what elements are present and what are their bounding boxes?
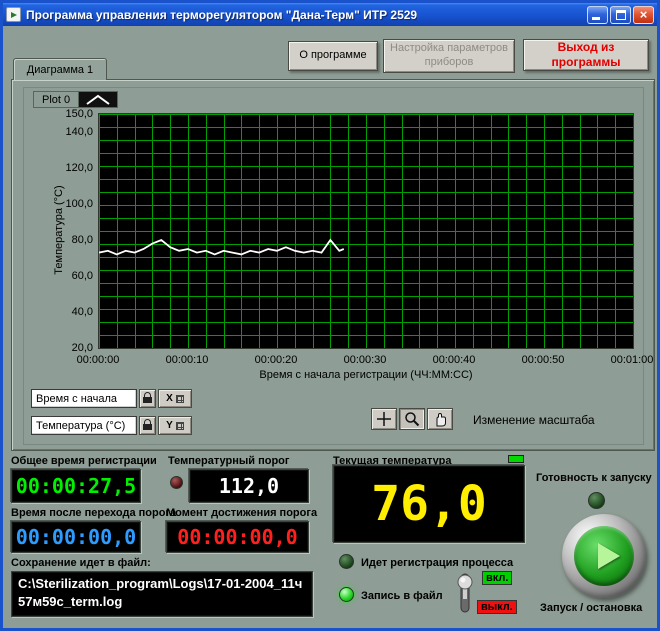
app-window: Программа управления терморегулятором "Д… xyxy=(0,0,660,631)
y-tick-label: 20,0 xyxy=(72,342,93,354)
y-tick-label: 80,0 xyxy=(72,234,93,246)
y-axis-lock-button[interactable] xyxy=(139,416,156,435)
start-stop-button[interactable] xyxy=(562,514,646,598)
y-tick-label: 150,0 xyxy=(65,108,93,120)
ready-led xyxy=(588,492,605,509)
title-bar[interactable]: Программа управления терморегулятором "Д… xyxy=(3,3,657,26)
zoom-label: Изменение масштаба xyxy=(473,413,595,427)
threshold-moment-display: 00:00:00,0 xyxy=(166,521,309,553)
scale-grid-icon xyxy=(176,422,184,430)
window-title: Программа управления терморегулятором "Д… xyxy=(26,8,417,22)
plot-legend-label: Plot 0 xyxy=(33,91,78,108)
y-tick-label: 40,0 xyxy=(72,306,93,318)
x-tick-label: 00:00:10 xyxy=(166,354,209,366)
padlock-icon xyxy=(143,424,152,431)
registration-led xyxy=(339,554,354,569)
y-axis-selector[interactable]: Температура (°C) xyxy=(31,416,137,435)
log-file-path: C:\Sterilization_program\Logs\17-01-2004… xyxy=(11,571,313,617)
temp-status-indicator xyxy=(508,455,524,463)
record-label: Запись в файл xyxy=(361,590,443,602)
y-axis-scale-button[interactable]: Y xyxy=(158,416,192,435)
start-stop-button-face xyxy=(574,526,634,586)
x-axis-selector[interactable]: Время с начала xyxy=(31,389,137,408)
x-axis-title: Время с начала регистрации (ЧЧ:ММ:СС) xyxy=(98,369,634,381)
tab-diagram-1[interactable]: Диаграмма 1 xyxy=(13,58,107,80)
padlock-icon xyxy=(143,397,152,404)
total-time-display: 00:00:27,5 xyxy=(11,469,141,503)
maximize-icon xyxy=(616,10,626,20)
y-axis-title: Температура (°C) xyxy=(53,150,65,310)
crosshair-icon xyxy=(376,411,392,427)
y-tick-label: 120,0 xyxy=(65,162,93,174)
switch-off-badge: выкл. xyxy=(477,600,517,614)
ready-label: Готовность к запуску xyxy=(536,472,652,484)
x-tick-label: 00:00:20 xyxy=(255,354,298,366)
threshold-moment-label: Момент достижения порога xyxy=(166,507,317,519)
record-toggle-switch[interactable] xyxy=(452,569,478,617)
y-tick-label: 140,0 xyxy=(65,126,93,138)
log-file-label: Сохранение идет в файл: xyxy=(11,557,151,569)
maximize-button[interactable] xyxy=(610,6,631,24)
threshold-led xyxy=(170,476,183,489)
minimize-button[interactable] xyxy=(587,6,608,24)
zoom-tool-button[interactable] xyxy=(399,408,425,430)
x-scale-icon: X xyxy=(166,393,173,404)
close-button[interactable]: × xyxy=(633,6,654,24)
threshold-display: 112,0 xyxy=(189,469,309,503)
cursor-tool-button[interactable] xyxy=(371,408,397,430)
x-axis-lock-button[interactable] xyxy=(139,389,156,408)
switch-on-badge: вкл. xyxy=(482,571,512,585)
pan-tool-button[interactable] xyxy=(427,408,453,430)
about-button[interactable]: О программе xyxy=(288,41,378,71)
threshold-label: Температурный порог xyxy=(168,455,289,467)
registration-label: Идет регистрация процесса xyxy=(361,557,513,569)
settings-button[interactable]: Настройка параметров приборов xyxy=(383,39,515,73)
magnifier-icon xyxy=(404,411,420,427)
plot-line-sample-icon xyxy=(78,91,118,108)
time-after-threshold-display: 00:00:00,0 xyxy=(11,521,141,553)
hand-icon xyxy=(432,411,448,427)
x-tick-label: 00:00:40 xyxy=(433,354,476,366)
play-icon xyxy=(598,543,620,569)
minimize-icon xyxy=(592,17,600,20)
x-tick-label: 00:00:00 xyxy=(77,354,120,366)
time-after-threshold-label: Время после перехода порога xyxy=(11,507,176,519)
plot-area[interactable] xyxy=(98,113,634,349)
total-time-label: Общее время регистрации xyxy=(11,455,157,467)
x-axis-scale-button[interactable]: X xyxy=(158,389,192,408)
x-tick-label: 00:00:50 xyxy=(522,354,565,366)
x-tick-label: 00:00:30 xyxy=(344,354,387,366)
y-tick-label: 60,0 xyxy=(72,270,93,282)
y-scale-icon: Y xyxy=(166,420,173,431)
exit-button[interactable]: Выход из программы xyxy=(523,39,649,71)
scale-grid-icon xyxy=(176,395,184,403)
y-tick-label: 100,0 xyxy=(65,198,93,210)
plot-legend[interactable]: Plot 0 xyxy=(33,91,118,108)
app-icon xyxy=(6,7,21,22)
record-led xyxy=(339,587,354,602)
start-stop-label: Запуск / остановка xyxy=(540,602,642,614)
x-tick-label: 00:01:00 xyxy=(611,354,654,366)
current-temp-display: 76,0 xyxy=(333,465,525,543)
x-axis-ticks: 00:00:0000:00:1000:00:2000:00:3000:00:40… xyxy=(98,354,634,368)
